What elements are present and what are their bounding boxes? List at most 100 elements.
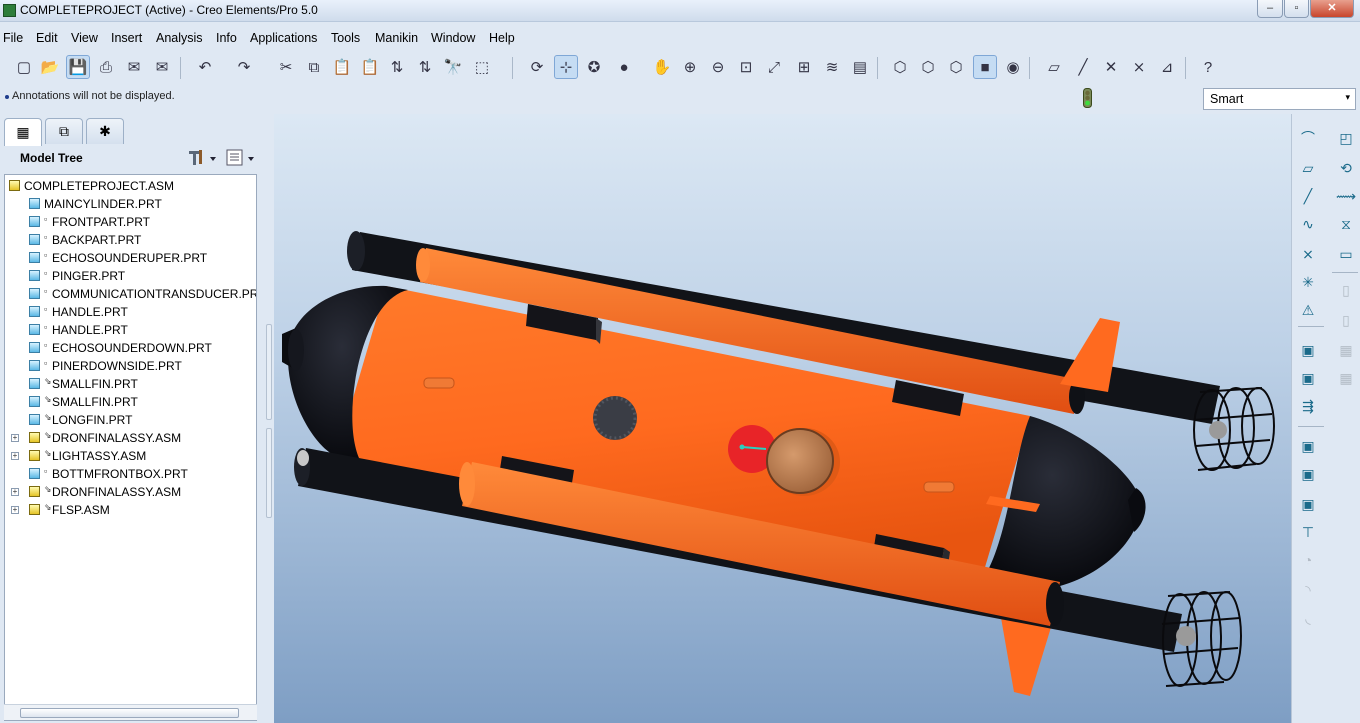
- view-manager-icon[interactable]: ▤: [848, 55, 872, 79]
- model-3d-view[interactable]: [274, 114, 1291, 723]
- zoom-in-icon[interactable]: ⊕: [678, 55, 702, 79]
- expand-icon[interactable]: +: [11, 434, 19, 442]
- layers-icon[interactable]: ≋: [820, 55, 844, 79]
- expand-icon[interactable]: +: [11, 488, 19, 496]
- tree-item[interactable]: ⇘ SMALLFIN.PRT: [5, 393, 255, 411]
- tree-item[interactable]: ▫ ECHOSOUNDERDOWN.PRT: [5, 339, 255, 357]
- menu-applications[interactable]: Applications: [250, 31, 317, 45]
- mirror-icon[interactable]: ▦: [1334, 366, 1358, 390]
- cut-icon[interactable]: ✂: [274, 55, 298, 79]
- refit-icon[interactable]: ⊡: [734, 55, 758, 79]
- shading-icon[interactable]: ●: [612, 55, 636, 79]
- offset-point-icon[interactable]: ✳: [1296, 270, 1320, 294]
- pinger-lid[interactable]: [766, 428, 834, 494]
- menu-insert[interactable]: Insert: [111, 31, 142, 45]
- zoom-out-icon[interactable]: ⊖: [706, 55, 730, 79]
- tree-item[interactable]: ▫ PINERDOWNSIDE.PRT: [5, 357, 255, 375]
- menu-info[interactable]: Info: [216, 31, 237, 45]
- new-file-icon[interactable]: ▢: [12, 55, 36, 79]
- saved-views-icon[interactable]: ⊞: [792, 55, 816, 79]
- paste-special-icon[interactable]: 📋: [358, 55, 382, 79]
- tree-item[interactable]: + ⇘ FLSP.ASM: [5, 501, 255, 519]
- traffic-light-icon[interactable]: [1083, 88, 1092, 108]
- tree-item[interactable]: ▫ BACKPART.PRT: [5, 231, 255, 249]
- redo-icon[interactable]: ↷: [232, 55, 256, 79]
- paste-icon[interactable]: 📋: [330, 55, 354, 79]
- sweep-icon[interactable]: ⟿: [1334, 184, 1358, 208]
- select-box-icon[interactable]: ⬚: [470, 55, 494, 79]
- tree-item[interactable]: ⇘ LONGFIN.PRT: [5, 411, 255, 429]
- orient-mode-icon[interactable]: ✪: [582, 55, 606, 79]
- selection-filter-dropdown[interactable]: Smart ▾: [1203, 88, 1356, 110]
- tree-item[interactable]: ▫ HANDLE.PRT: [5, 321, 255, 339]
- datum-plane-icon[interactable]: ▱: [1296, 156, 1320, 180]
- regenerate-icon[interactable]: ⇅: [385, 55, 409, 79]
- open-folder-icon[interactable]: 📂: [38, 55, 62, 79]
- panel-splitter-lower[interactable]: [266, 428, 272, 518]
- round-icon[interactable]: ◔: [1296, 548, 1320, 572]
- menu-view[interactable]: View: [71, 31, 98, 45]
- tree-columns-button[interactable]: [225, 148, 259, 168]
- minimize-button[interactable]: –: [1257, 0, 1283, 18]
- tree-horizontal-scrollbar[interactable]: [4, 704, 257, 720]
- send-mail-icon[interactable]: ✉: [122, 55, 146, 79]
- tree-item[interactable]: + ⇘ LIGHTASSY.ASM: [5, 447, 255, 465]
- expand-icon[interactable]: +: [11, 452, 19, 460]
- graphics-window[interactable]: [274, 114, 1291, 723]
- rib-icon[interactable]: ▯: [1334, 308, 1358, 332]
- tab-folder-browser[interactable]: ⧉: [45, 118, 83, 144]
- wireframe-icon[interactable]: ⬡: [888, 55, 912, 79]
- regen-manager-icon[interactable]: ⇅: [413, 55, 437, 79]
- repaint-icon[interactable]: ⟳: [525, 55, 549, 79]
- coord-sys-icon[interactable]: ⨯: [1127, 55, 1151, 79]
- tab-favorites[interactable]: ✱: [86, 118, 124, 144]
- extrude-icon[interactable]: ◰: [1334, 126, 1358, 150]
- menu-analysis[interactable]: Analysis: [156, 31, 203, 45]
- menu-window[interactable]: Window: [431, 31, 475, 45]
- spin-center-icon[interactable]: ⊹: [554, 55, 578, 79]
- datum-planes-icon[interactable]: ▱: [1042, 55, 1066, 79]
- handle-back[interactable]: [923, 481, 955, 493]
- tree-settings-button[interactable]: [186, 148, 220, 168]
- menu-tools[interactable]: Tools: [331, 31, 360, 45]
- field-point-icon[interactable]: ⚠: [1296, 298, 1320, 322]
- copy-geometry-icon[interactable]: ▣: [1296, 492, 1320, 516]
- close-button[interactable]: ✕: [1310, 0, 1354, 18]
- model-tree[interactable]: COMPLETEPROJECT.ASM MAINCYLINDER.PRT ▫ FRON…: [4, 174, 257, 721]
- create-component-icon[interactable]: ▣: [1296, 366, 1320, 390]
- tree-item[interactable]: ▫ COMMUNICATIONTRANSDUCER.PRT: [5, 285, 256, 303]
- tree-item[interactable]: ▫ HANDLE.PRT: [5, 303, 255, 321]
- mail-attach-icon[interactable]: ✉: [150, 55, 174, 79]
- menu-file[interactable]: File: [3, 31, 23, 45]
- communication-transducer[interactable]: [593, 396, 637, 440]
- pan-icon[interactable]: ✋: [650, 55, 674, 79]
- chamfer-icon[interactable]: ◝: [1296, 578, 1320, 602]
- tree-item[interactable]: ▫ FRONTPART.PRT: [5, 213, 255, 231]
- panel-splitter[interactable]: [266, 324, 272, 420]
- save-icon[interactable]: 💾: [66, 55, 90, 79]
- menu-help[interactable]: Help: [489, 31, 515, 45]
- tree-item[interactable]: MAINCYLINDER.PRT: [5, 195, 255, 213]
- datum-point-icon[interactable]: ⨯: [1296, 242, 1320, 266]
- copy-icon[interactable]: ⧉: [302, 55, 326, 79]
- hole-icon[interactable]: ⊤: [1296, 520, 1320, 544]
- tab-model-tree[interactable]: ▦: [4, 118, 42, 146]
- tree-item[interactable]: ⇘ SMALLFIN.PRT: [5, 375, 255, 393]
- hidden-line-icon[interactable]: ⬡: [916, 55, 940, 79]
- insert-component-icon[interactable]: ▣: [1296, 338, 1320, 362]
- print-icon[interactable]: ⎙: [94, 55, 118, 79]
- shell-icon[interactable]: ▯: [1334, 278, 1358, 302]
- handle-front[interactable]: [423, 377, 455, 389]
- no-hidden-icon[interactable]: ⬡: [944, 55, 968, 79]
- enhanced-realism-icon[interactable]: ◉: [1001, 55, 1025, 79]
- reorient-icon[interactable]: ⤢: [762, 55, 786, 79]
- datum-curve-icon[interactable]: ∿: [1296, 212, 1320, 236]
- blend-icon[interactable]: ⧖: [1334, 212, 1358, 236]
- sketch-datum-icon[interactable]: ⌒: [1296, 126, 1320, 150]
- annotations-icon[interactable]: ⊿: [1155, 55, 1179, 79]
- tree-item[interactable]: + ⇘ DRONFINALASSY.ASM: [5, 483, 255, 501]
- shaded-icon[interactable]: ■: [973, 55, 997, 79]
- tree-item[interactable]: ▫ ECHOSOUNDERUPER.PRT: [5, 249, 255, 267]
- tree-item[interactable]: ▫ BOTTMFRONTBOX.PRT: [5, 465, 255, 483]
- find-icon[interactable]: 🔭: [441, 55, 465, 79]
